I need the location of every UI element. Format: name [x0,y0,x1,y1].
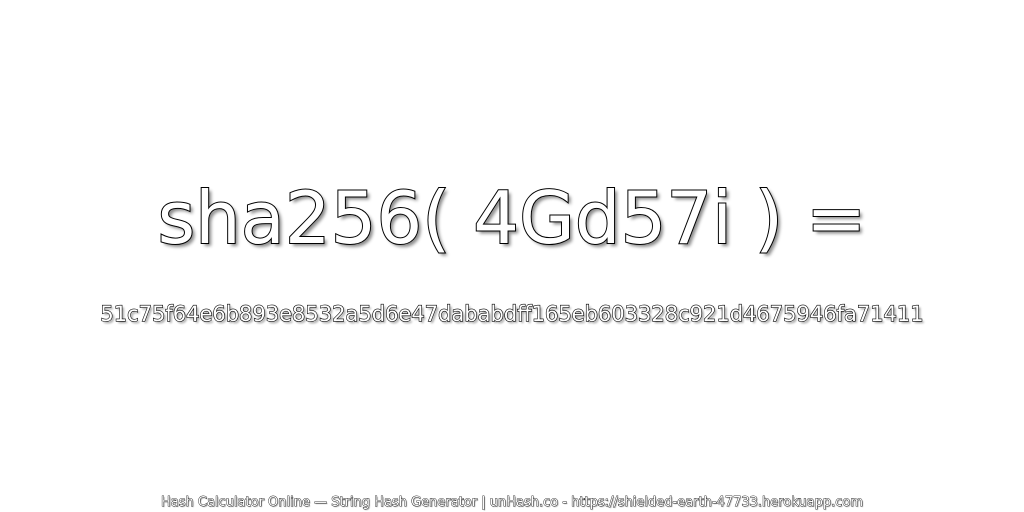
hash-expression-title: sha256( 4Gd57i ) = [157,175,868,261]
hash-digest-text: 51c75f64e6b893e8532a5d6e47dababdff165eb6… [100,301,924,326]
image-canvas: sha256( 4Gd57i ) = 51c75f64e6b893e8532a5… [0,0,1024,512]
site-credit-footer: Hash Calculator Online — String Hash Gen… [161,495,864,511]
